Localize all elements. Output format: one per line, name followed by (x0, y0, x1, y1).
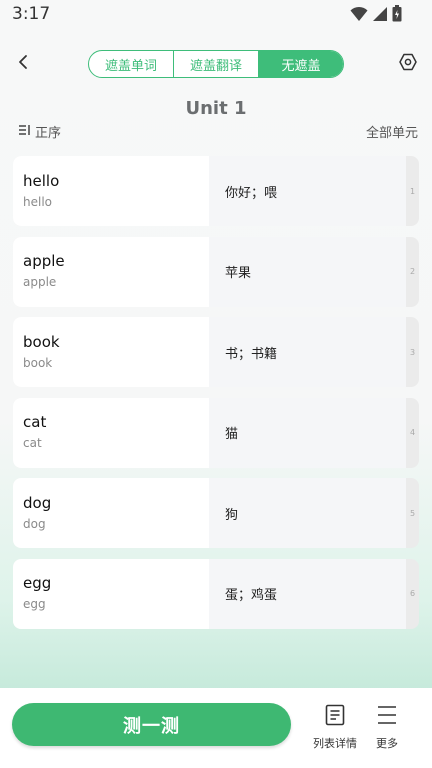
status-bar: 3:17 (0, 0, 432, 30)
tab-no-cover[interactable]: 无遮盖 (259, 51, 343, 77)
word-text: hello (23, 171, 60, 190)
word-subtext: hello (23, 194, 52, 209)
list-item[interactable]: book book 书；书籍 3 (13, 317, 419, 387)
list-item[interactable]: hello hello 你好；喂 1 (13, 156, 419, 226)
list-detail-button[interactable]: 列表详情 (305, 704, 365, 751)
list-detail-label: 列表详情 (313, 737, 357, 750)
sort-toggle[interactable]: 正序 (18, 122, 61, 141)
word-text: book (23, 332, 60, 351)
bottom-bar: 测一测 列表详情 更多 (0, 688, 432, 768)
word-text: dog (23, 493, 52, 512)
all-units-button[interactable]: 全部单元 (366, 122, 418, 141)
word-cell: egg egg (13, 558, 209, 629)
sort-icon (18, 124, 32, 140)
word-cell: dog dog (13, 478, 209, 548)
settings-button[interactable] (394, 50, 422, 78)
meaning-cell: 猫 (209, 397, 406, 468)
meaning-cell: 蛋；鸡蛋 (209, 558, 406, 629)
battery-icon (392, 5, 402, 22)
list-item[interactable]: egg egg 蛋；鸡蛋 6 (13, 558, 419, 629)
more-label: 更多 (376, 737, 398, 750)
meaning-cell: 狗 (209, 478, 406, 548)
meaning-cell: 书；书籍 (209, 317, 406, 387)
word-cell: cat cat (13, 397, 209, 468)
status-icons (350, 5, 402, 22)
gear-icon (399, 53, 417, 75)
tab-cover-translation[interactable]: 遮盖翻译 (174, 51, 259, 77)
unit-title: Unit 1 (185, 98, 247, 119)
item-index: 1 (409, 186, 416, 196)
document-list-icon (324, 704, 346, 730)
word-subtext: cat (23, 436, 42, 450)
word-text: apple (23, 252, 65, 270)
back-button[interactable] (10, 50, 38, 78)
word-cell: hello hello (13, 156, 209, 226)
word-subtext: egg (23, 597, 46, 611)
test-button[interactable]: 测一测 (12, 703, 291, 746)
signal-icon (372, 6, 388, 22)
list-item[interactable]: cat cat 猫 4 (13, 397, 419, 468)
word-subtext: dog (23, 516, 46, 531)
sort-label: 正序 (35, 126, 62, 141)
more-button[interactable]: 更多 (357, 704, 417, 751)
meaning-cell: 你好；喂 (209, 156, 406, 226)
word-cell: apple apple (13, 236, 209, 307)
cover-mode-segmented-control: 遮盖单词 遮盖翻译 无遮盖 (88, 50, 344, 78)
item-index: 2 (409, 267, 416, 276)
word-text: cat (23, 413, 47, 431)
item-index: 5 (409, 508, 416, 518)
word-subtext: apple (23, 275, 57, 289)
item-index: 6 (409, 589, 416, 598)
menu-icon (376, 704, 398, 730)
list-item[interactable]: apple apple 苹果 2 (13, 236, 419, 307)
word-text: egg (23, 574, 52, 592)
wifi-icon (350, 6, 368, 22)
chevron-left-icon (17, 54, 31, 74)
tab-cover-word[interactable]: 遮盖单词 (89, 51, 174, 77)
word-list: hello hello 你好；喂 1 apple apple 苹果 2 book… (13, 156, 419, 639)
header: 遮盖单词 遮盖翻译 无遮盖 (0, 48, 432, 80)
word-subtext: book (23, 355, 53, 370)
item-index: 4 (409, 428, 416, 437)
status-time: 3:17 (12, 4, 51, 24)
word-cell: book book (13, 317, 209, 387)
meaning-cell: 苹果 (209, 236, 406, 307)
item-index: 3 (409, 347, 416, 357)
list-item[interactable]: dog dog 狗 5 (13, 478, 419, 548)
